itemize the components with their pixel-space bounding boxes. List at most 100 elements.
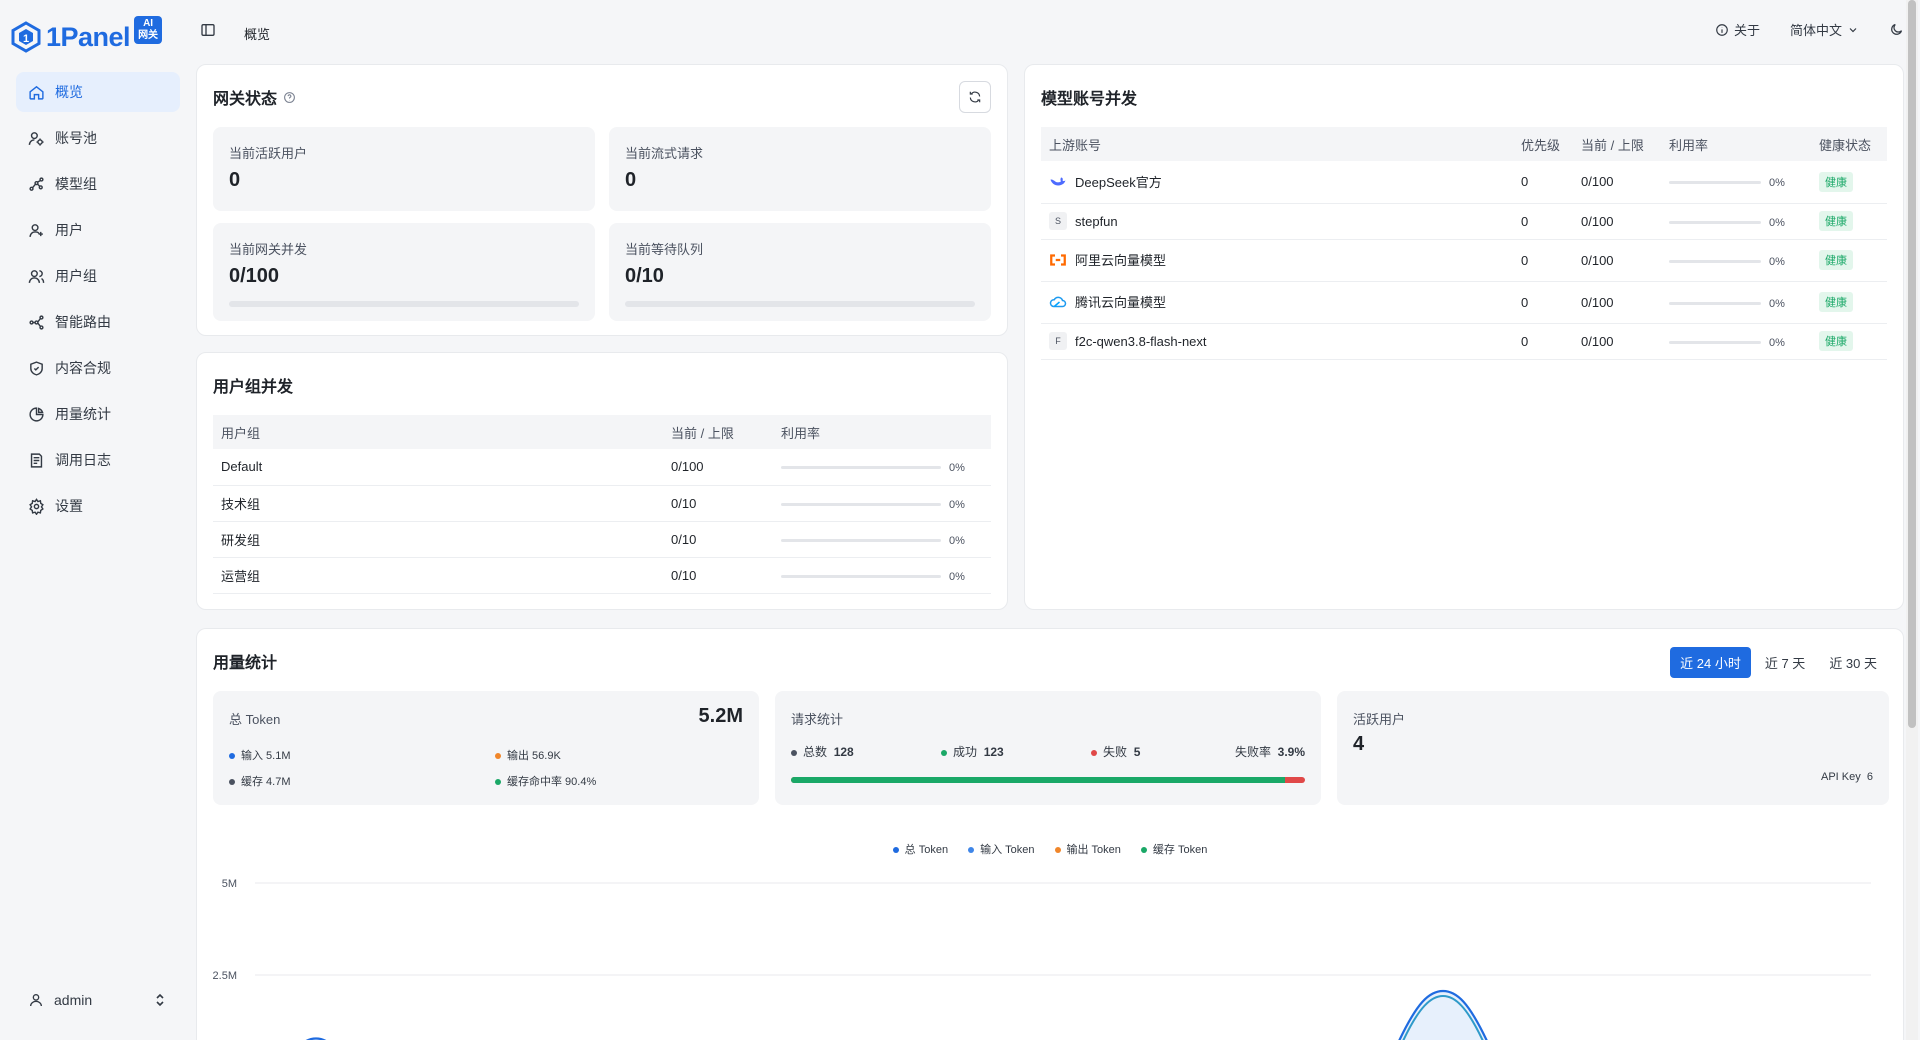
- group-name: 技术组: [213, 485, 663, 522]
- account-cell: S stepfun: [1041, 203, 1513, 240]
- legend-item[interactable]: 总 Token: [892, 841, 948, 857]
- req-rate-label: 失败率: [1234, 745, 1271, 759]
- theme-toggle[interactable]: [1889, 22, 1904, 37]
- breadcrumb: 概览: [244, 27, 271, 42]
- req-total-label: 总数: [803, 745, 828, 759]
- account-name: stepfun: [1075, 213, 1118, 229]
- apikey-count: API Key 6: [1821, 771, 1873, 783]
- group-name: Default: [213, 449, 663, 486]
- util-bar: [781, 466, 941, 470]
- req-total-value: 128: [833, 745, 854, 759]
- about-button[interactable]: 关于: [1715, 20, 1760, 39]
- account-pool-icon: [28, 131, 44, 146]
- util-bar: [781, 574, 941, 578]
- apikey-value: 6: [1866, 771, 1873, 783]
- sidebar-item-smart-route[interactable]: 智能路由: [16, 302, 180, 342]
- stat-active-users: 当前活跃用户 0: [213, 127, 595, 211]
- sidebar-toggle-icon[interactable]: [200, 22, 216, 38]
- account-current: 0/100: [1573, 281, 1661, 324]
- gateway-status-title: 网关状态: [213, 85, 296, 109]
- model-concurrency-table: 上游账号 优先级 当前 / 上限 利用率 健康状态 DeepSeek官方 0 0…: [1041, 127, 1887, 360]
- model-table-wrap: 上游账号 优先级 当前 / 上限 利用率 健康状态 DeepSeek官方 0 0…: [1041, 127, 1887, 360]
- gateway-status-card: 网关状态 当前活跃用户 0 当前流式请求 0 当前网关并发 0/100 当前等待…: [196, 64, 1008, 336]
- logo-icon: 1: [11, 21, 41, 53]
- table-row: 运营组 0/10 0%: [213, 557, 991, 594]
- token-output: 输出 56.9K: [495, 747, 561, 763]
- sidebar-item-label: 账号池: [55, 130, 97, 146]
- util-bar: [781, 502, 941, 506]
- request-label: 请求统计: [791, 712, 844, 727]
- stat-label: 当前等待队列: [625, 242, 704, 257]
- account-name: DeepSeek官方: [1075, 175, 1162, 190]
- col-header: 利用率: [1661, 127, 1811, 161]
- req-rate: 失败率 3.9%: [1235, 743, 1305, 760]
- sidebar-item-overview[interactable]: 概览: [16, 72, 180, 112]
- range-24h[interactable]: 近 24 小时: [1670, 647, 1751, 678]
- legend-item[interactable]: 缓存 Token: [1140, 841, 1207, 857]
- table-row: DeepSeek官方 0 0/100 0% 健康: [1041, 161, 1887, 204]
- col-header: 优先级: [1513, 127, 1573, 161]
- sidebar-item-user-group[interactable]: 用户组: [16, 256, 180, 296]
- sidebar-item-user[interactable]: 用户: [16, 210, 180, 250]
- sidebar-item-compliance[interactable]: 内容合规: [16, 348, 180, 388]
- group-util: 0%: [773, 485, 991, 522]
- util-pct: 0%: [949, 570, 965, 583]
- util-bar: [781, 538, 941, 542]
- token-input-text: 输入 5.1M: [241, 750, 291, 762]
- user-menu[interactable]: admin: [16, 982, 180, 1018]
- y-tick-label: 5M: [222, 878, 237, 890]
- util-bar: [1669, 220, 1761, 224]
- refresh-icon: [969, 91, 981, 103]
- group-util: 0%: [773, 449, 991, 486]
- sidebar-item-call-log[interactable]: 调用日志: [16, 440, 180, 480]
- active-users-label: 活跃用户: [1353, 712, 1406, 727]
- legend-item[interactable]: 输入 Token: [968, 841, 1035, 857]
- account-health: 健康: [1811, 239, 1887, 282]
- status-badge: 健康: [1819, 292, 1853, 312]
- account-current: 0/100: [1573, 203, 1661, 240]
- stat-value: 0/10: [625, 265, 664, 287]
- req-success-value: 123: [983, 745, 1004, 759]
- scrollbar-thumb[interactable]: [1908, 0, 1916, 728]
- queue-progress-bar: [625, 301, 975, 307]
- token-hit: 缓存命中率 90.4%: [495, 773, 596, 789]
- sidebar-item-label: 模型组: [55, 176, 97, 192]
- sidebar-item-model-group[interactable]: 模型组: [16, 164, 180, 204]
- sidebar: 1 1Panel AI 网关 概览 账号池 模型组 用户 用户组 智能路由 内容…: [0, 0, 196, 1040]
- sidebar-item-label: 内容合规: [55, 360, 111, 376]
- group-current: 0/10: [663, 557, 773, 594]
- group-current: 0/100: [663, 449, 773, 486]
- col-header: 利用率: [773, 415, 991, 449]
- sidebar-item-settings[interactable]: 设置: [16, 486, 180, 526]
- status-badge: 健康: [1819, 211, 1853, 231]
- range-30d[interactable]: 近 30 天: [1819, 647, 1887, 678]
- account-util: 0%: [1661, 239, 1811, 282]
- status-badge: 健康: [1819, 331, 1853, 351]
- brand-badge: AI 网关: [134, 16, 163, 44]
- language-select[interactable]: 简体中文: [1790, 20, 1859, 39]
- util-bar: [1669, 181, 1761, 185]
- info-icon: [1716, 23, 1728, 36]
- account-health: 健康: [1811, 161, 1887, 204]
- active-users-summary: 活跃用户 4 API Key 6: [1337, 691, 1889, 805]
- brand-name: 1Panel: [46, 21, 131, 52]
- model-concurrency-card: 模型账号并发 上游账号 优先级 当前 / 上限 利用率 健康状态 DeepSee…: [1024, 64, 1904, 610]
- stat-label: 当前网关并发: [229, 242, 308, 257]
- request-summary: 请求统计 总数 128 成功 123 失败 5 失败率 3.9%: [775, 691, 1321, 805]
- pie-chart-icon: [29, 406, 44, 422]
- req-fail-value: 5: [1133, 745, 1141, 759]
- legend-item[interactable]: 输出 Token: [1054, 841, 1121, 857]
- token-input: 输入 5.1M: [229, 747, 291, 763]
- sidebar-item-label: 设置: [55, 498, 83, 514]
- account-name: f2c-qwen3.8-flash-next: [1075, 333, 1207, 349]
- req-total: 总数 128: [791, 743, 854, 760]
- sidebar-item-account-pool[interactable]: 账号池: [16, 118, 180, 158]
- refresh-button[interactable]: [959, 81, 991, 113]
- help-icon[interactable]: [283, 91, 296, 104]
- token-cache-text: 缓存 4.7M: [241, 776, 291, 788]
- sidebar-item-usage[interactable]: 用量统计: [16, 394, 180, 434]
- page-scrollbar[interactable]: [1906, 0, 1918, 1040]
- group-concurrency-title: 用户组并发: [213, 379, 294, 396]
- util-pct: 0%: [1769, 297, 1785, 310]
- range-7d[interactable]: 近 7 天: [1755, 647, 1815, 678]
